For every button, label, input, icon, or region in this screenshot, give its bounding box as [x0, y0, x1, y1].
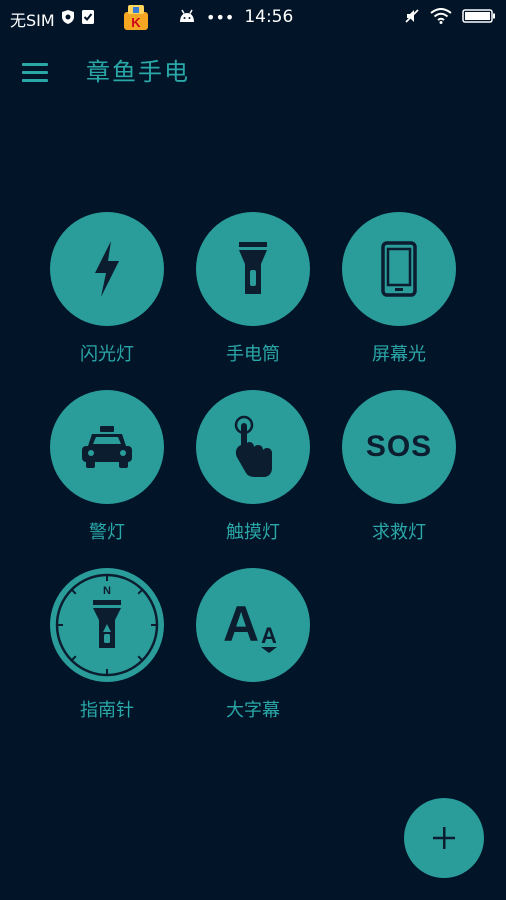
tool-flashlight[interactable]: 手电筒 [184, 212, 324, 372]
tool-big-text[interactable]: A A 大字幕 [184, 568, 324, 728]
tool-screen-light[interactable]: 屏幕光 [330, 212, 470, 372]
tool-flash[interactable]: 闪光灯 [38, 212, 178, 372]
tool-grid: 闪光灯 手电筒 屏幕光 警灯 触摸灯 SOS 求救灯 N 指南针 A A 大字幕 [0, 0, 506, 900]
tool-label: 手电筒 [226, 344, 280, 365]
police-car-icon [82, 426, 132, 468]
tool-touch-light[interactable]: 触摸灯 [184, 390, 324, 550]
phone-screen-icon [381, 241, 417, 297]
tool-label: 触摸灯 [226, 522, 280, 543]
lightning-icon [95, 241, 119, 297]
add-fab-button[interactable] [404, 798, 484, 878]
screen-light-button[interactable] [342, 212, 456, 326]
small-letter: A [261, 623, 277, 648]
flash-button[interactable] [50, 212, 164, 326]
sos-button[interactable]: SOS [342, 390, 456, 504]
tool-label: 求救灯 [372, 522, 426, 543]
tool-label: 闪光灯 [80, 344, 134, 365]
touch-light-button[interactable] [196, 390, 310, 504]
compass-north-letter: N [103, 585, 111, 597]
big-text-button[interactable]: A A [196, 568, 310, 682]
tool-label: 警灯 [89, 522, 125, 543]
tool-label: 屏幕光 [372, 344, 426, 365]
compass-icon: N [55, 573, 159, 677]
touch-hand-icon [234, 415, 272, 477]
tool-label: 指南针 [80, 700, 134, 721]
tool-police-light[interactable]: 警灯 [38, 390, 178, 550]
text-size-icon: A A [223, 596, 277, 653]
compass-button[interactable]: N [50, 568, 164, 682]
tool-compass[interactable]: N 指南针 [38, 568, 178, 728]
police-light-button[interactable] [50, 390, 164, 504]
sos-icon: SOS [365, 430, 433, 463]
tool-label: 大字幕 [226, 700, 280, 721]
flashlight-button[interactable] [196, 212, 310, 326]
tool-sos-light[interactable]: SOS 求救灯 [330, 390, 470, 550]
big-letter: A [223, 596, 259, 652]
flashlight-icon [239, 242, 267, 294]
plus-icon [433, 827, 455, 849]
